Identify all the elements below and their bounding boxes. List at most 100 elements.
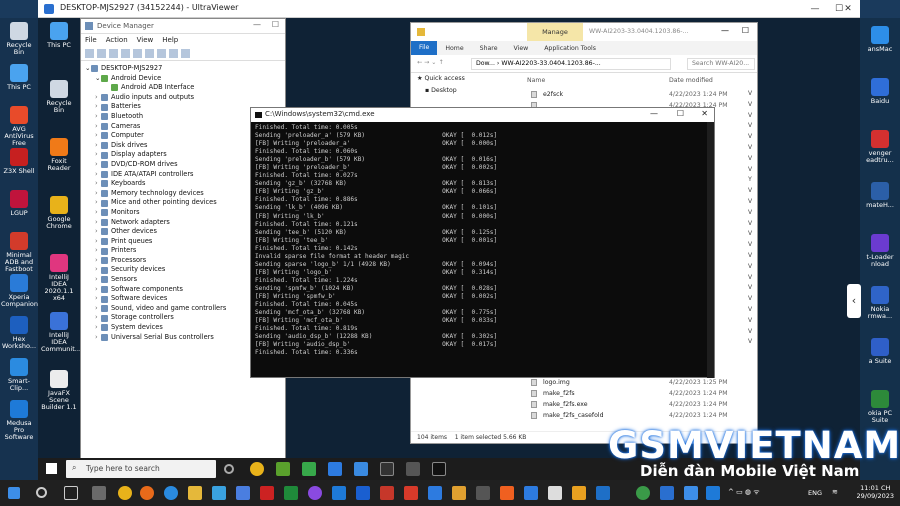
explorer-minimize-icon[interactable]: —: [721, 26, 729, 35]
explorer-maximize-icon[interactable]: ☐: [742, 26, 749, 35]
edge-icon[interactable]: [164, 486, 178, 500]
chrome-icon[interactable]: [118, 486, 132, 500]
host-desktop-right-icon-2[interactable]: venger eadtru...: [862, 130, 898, 164]
cmd-task-icon[interactable]: [380, 462, 394, 476]
remote-desktop-icon-2[interactable]: Foxit Reader: [41, 138, 77, 172]
ribbon-tab-application-tools[interactable]: Application Tools: [536, 45, 604, 52]
host-desktop-right-icon-3[interactable]: mateH...: [862, 182, 898, 209]
app-icon-3[interactable]: [328, 462, 342, 476]
app-icon-f[interactable]: [380, 486, 394, 500]
zalo-icon[interactable]: [356, 486, 370, 500]
host-desktop-right-icon-4[interactable]: t-Loader nload: [862, 234, 898, 268]
app-icon-b[interactable]: [236, 486, 250, 500]
monitor-icon[interactable]: [157, 49, 166, 58]
host-desktop-right-icon-0[interactable]: ansMac: [862, 26, 898, 53]
start-icon[interactable]: [8, 487, 20, 499]
dm-menu-item-action[interactable]: Action: [106, 36, 128, 45]
remote-desktop-icon-0[interactable]: This PC: [41, 22, 77, 49]
host-desktop-icon-0[interactable]: Recycle Bin: [1, 22, 37, 56]
ultraviewer-task-icon[interactable]: [706, 486, 720, 500]
host-desktop-icon-1[interactable]: This PC: [1, 64, 37, 91]
app-icon-1[interactable]: [276, 462, 290, 476]
address-bar[interactable]: Dow... › WW-AI2203-33.0404.1203.86-...: [471, 58, 671, 70]
cortana-icon[interactable]: [224, 464, 234, 474]
host-desktop-icon-8[interactable]: Smart-Clip...: [1, 358, 37, 392]
tray-clock[interactable]: 11:01 CH 29/09/2023: [857, 484, 894, 500]
app-icon-o[interactable]: [596, 486, 610, 500]
dm-maximize-icon[interactable]: ☐: [272, 20, 279, 29]
file-name[interactable]: logo.img: [543, 379, 570, 386]
nav-arrows[interactable]: ← → ⌄ ↑: [417, 59, 444, 66]
widget-icon[interactable]: [92, 486, 106, 500]
remote-start-icon[interactable]: [46, 463, 57, 474]
cmd-scrollbar[interactable]: [707, 122, 714, 378]
app-icon-e[interactable]: [332, 486, 346, 500]
messenger-icon[interactable]: [308, 486, 322, 500]
explorer-icon[interactable]: [188, 486, 202, 500]
tree-node-adb-interface[interactable]: Android ADB Interface: [85, 83, 285, 93]
dm-menu-item-view[interactable]: View: [137, 36, 154, 45]
forward-icon[interactable]: [97, 49, 106, 58]
remote-search-box[interactable]: ⌕ Type here to search: [66, 460, 216, 478]
properties-icon[interactable]: [109, 49, 118, 58]
host-desktop-icon-6[interactable]: Xperia Companion: [1, 274, 38, 308]
host-desktop-icon-4[interactable]: LGUP: [1, 190, 37, 217]
remote-desktop-icon-4[interactable]: IntelliJ IDEA 2020.1.1 x64: [41, 254, 77, 302]
tree-node-android-device[interactable]: ⌄ Android Device: [85, 74, 285, 84]
cmd-minimize-icon[interactable]: —: [650, 109, 658, 118]
app-icon-4[interactable]: [354, 462, 368, 476]
ribbon-tab-file[interactable]: File: [411, 41, 438, 55]
back-icon[interactable]: [85, 49, 94, 58]
collapse-arrow-icon[interactable]: ‹: [847, 284, 861, 318]
host-desktop-right-icon-6[interactable]: a Suite: [862, 338, 898, 365]
search-icon[interactable]: [36, 487, 47, 498]
host-desktop-icon-5[interactable]: Minimal ADB and Fastboot: [1, 232, 37, 273]
tray-icons[interactable]: ^ ▭ ◍ ᯤ: [728, 488, 760, 497]
app-icon-l[interactable]: [524, 486, 538, 500]
app-icon-i[interactable]: [452, 486, 466, 500]
ribbon-tab-share[interactable]: Share: [472, 45, 506, 52]
update-driver-icon[interactable]: [145, 49, 154, 58]
host-desktop-icon-2[interactable]: AVG AntiVirus Free: [1, 106, 37, 147]
file-name[interactable]: e2fsck: [543, 91, 563, 98]
vscode-icon[interactable]: [660, 486, 674, 500]
file-name[interactable]: make_f2fs.exe: [543, 401, 588, 408]
dm-menu-item-help[interactable]: Help: [162, 36, 178, 45]
app-icon-k[interactable]: [500, 486, 514, 500]
task-view-icon[interactable]: [64, 486, 78, 500]
host-desktop-icon-3[interactable]: Z3X Shell: [1, 148, 37, 175]
quick-access[interactable]: ★ Quick access: [417, 75, 465, 82]
dm-minimize-icon[interactable]: —: [253, 20, 261, 29]
cmd-output[interactable]: Finished. Total time: 0.005s Sending 'pre…: [251, 122, 714, 359]
manage-tab[interactable]: Manage: [527, 23, 583, 41]
tree-node[interactable]: › Audio inputs and outputs: [85, 93, 285, 103]
app-icon-c[interactable]: [260, 486, 274, 500]
help-icon[interactable]: [133, 49, 142, 58]
host-desktop-right-icon-7[interactable]: okia PC Suite: [862, 390, 898, 424]
ribbon-tab-home[interactable]: Home: [437, 45, 471, 52]
ribbon-tab-view[interactable]: View: [506, 45, 537, 52]
whatsapp-icon[interactable]: [636, 486, 650, 500]
dm-menu-item-file[interactable]: File: [85, 36, 97, 45]
host-desktop-icon-7[interactable]: Hex Worksho...: [1, 316, 37, 350]
app-icon-5[interactable]: [406, 462, 420, 476]
remove-icon[interactable]: [181, 49, 190, 58]
ultraviewer-title-bar[interactable]: DESKTOP-MJS2927 (34152244) - UltraViewer…: [38, 0, 860, 18]
file-name[interactable]: make_f2fs_casefold: [543, 412, 604, 419]
host-desktop-icon-9[interactable]: Medusa Pro Software: [1, 400, 37, 441]
cmd-close-icon[interactable]: ✕: [701, 109, 708, 118]
remote-desktop-icon-1[interactable]: Recycle Bin: [41, 80, 77, 114]
remote-desktop-icon-3[interactable]: Google Chrome: [41, 196, 77, 230]
app-icon-h[interactable]: [428, 486, 442, 500]
language-indicator[interactable]: ENG: [808, 489, 822, 497]
uninstall-icon[interactable]: [169, 49, 178, 58]
app-icon-g[interactable]: [404, 486, 418, 500]
wifi-icon[interactable]: ≋: [832, 488, 838, 496]
host-desktop-right-icon-1[interactable]: Baidu: [862, 78, 898, 105]
scan-icon[interactable]: [121, 49, 130, 58]
close-button[interactable]: ✕: [840, 2, 856, 16]
chrome-icon[interactable]: [250, 462, 264, 476]
app-icon-n[interactable]: [572, 486, 586, 500]
column-date[interactable]: Date modified: [669, 77, 713, 84]
file-name[interactable]: make_f2fs: [543, 390, 575, 397]
